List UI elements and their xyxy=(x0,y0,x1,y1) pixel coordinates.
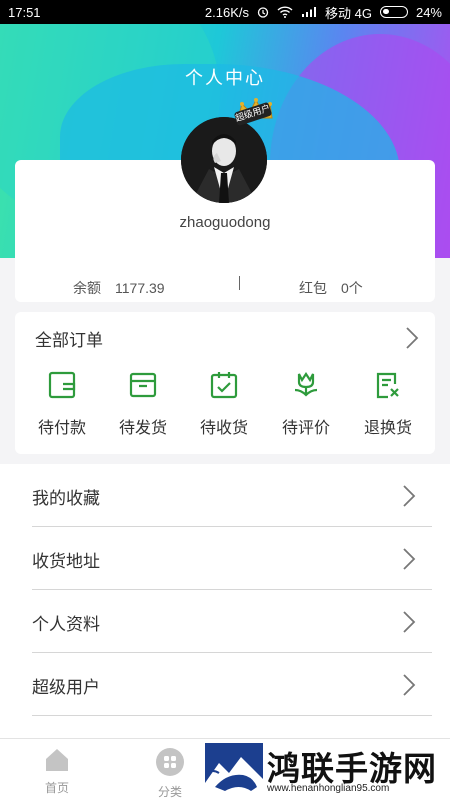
flower-icon xyxy=(294,372,318,397)
site-watermark: 鸿联手游网 www.henanhonglian95.com xyxy=(203,741,450,800)
order-pending-shipment-label: 待发货 xyxy=(118,418,167,437)
redpack-label: 红包 xyxy=(299,281,327,297)
tab-home[interactable]: 首页 xyxy=(27,747,87,796)
chevron-right-icon xyxy=(403,674,416,696)
menu-item-label: 个人资料 xyxy=(32,615,100,635)
wallet-icon xyxy=(48,371,76,399)
chevron-right-icon[interactable] xyxy=(405,326,419,350)
menu-item-address[interactable]: 收货地址 xyxy=(32,527,432,590)
calendar-check-icon xyxy=(210,372,238,399)
order-pending-receipt-label: 待收货 xyxy=(199,418,248,437)
network-speed: 2.16K/s xyxy=(204,4,249,20)
redpack-value: 0个 xyxy=(341,280,363,296)
balance-label: 余额 xyxy=(73,281,101,297)
menu-item-super-user[interactable]: 超级用户 xyxy=(32,653,432,716)
menu-item-label: 收货地址 xyxy=(32,552,100,572)
battery-icon xyxy=(379,6,408,18)
chevron-right-icon xyxy=(403,611,416,633)
balance-stat[interactable]: 余额 1177.39 xyxy=(73,278,165,298)
order-status-row: 待付款 待发货 待收货 待评价 退换货 xyxy=(15,370,435,450)
chevron-right-icon xyxy=(403,548,416,570)
page-title: 个人中心 xyxy=(185,68,265,89)
order-return[interactable]: 退换货 xyxy=(348,370,428,438)
signal-icon xyxy=(302,7,316,17)
box-icon xyxy=(129,372,157,398)
redpack-stat[interactable]: 红包 0个 xyxy=(299,278,363,298)
username: zhaoguodong xyxy=(179,214,271,231)
order-pending-shipment[interactable]: 待发货 xyxy=(103,370,183,438)
settings-menu: 我的收藏 收货地址 个人资料 超级用户 xyxy=(0,464,450,738)
battery-percent: 24% xyxy=(415,4,442,20)
tab-home-label: 首页 xyxy=(44,781,69,795)
status-bar: 17:51 2.16K/s 移动 4G 24% xyxy=(0,0,450,24)
menu-item-label: 超级用户 xyxy=(32,678,100,698)
order-pending-review-label: 待评价 xyxy=(281,418,330,437)
bull-logo-icon xyxy=(205,743,263,797)
carrier-label: 移动 4G xyxy=(325,5,372,21)
avatar-image xyxy=(181,117,267,203)
wifi-icon xyxy=(277,6,293,18)
menu-item-label: 我的收藏 xyxy=(32,489,100,509)
balance-value: 1177.39 xyxy=(115,280,165,296)
category-icon xyxy=(156,748,184,776)
menu-item-favorites[interactable]: 我的收藏 xyxy=(32,464,432,527)
order-pending-receipt[interactable]: 待收货 xyxy=(184,370,264,438)
watermark-url: www.henanhonglian95.com xyxy=(267,783,390,794)
menu-item-profile[interactable]: 个人资料 xyxy=(32,590,432,653)
order-return-label: 退换货 xyxy=(363,418,412,437)
status-time: 17:51 xyxy=(8,4,41,20)
all-orders-title[interactable]: 全部订单 xyxy=(35,326,103,351)
return-doc-icon xyxy=(376,372,399,399)
home-icon xyxy=(46,749,68,771)
tab-category-label: 分类 xyxy=(157,785,182,799)
tab-category[interactable]: 分类 xyxy=(140,747,200,800)
order-pending-review[interactable]: 待评价 xyxy=(266,370,346,438)
order-pending-payment-label: 待付款 xyxy=(37,418,86,437)
avatar[interactable] xyxy=(181,117,267,203)
order-pending-payment[interactable]: 待付款 xyxy=(22,370,102,438)
chevron-right-icon xyxy=(403,485,416,507)
orders-card: 全部订单 待付款 待发货 待收货 待评价 退换货 xyxy=(15,312,435,454)
alarm-icon xyxy=(257,7,269,18)
stats-divider xyxy=(239,276,240,290)
